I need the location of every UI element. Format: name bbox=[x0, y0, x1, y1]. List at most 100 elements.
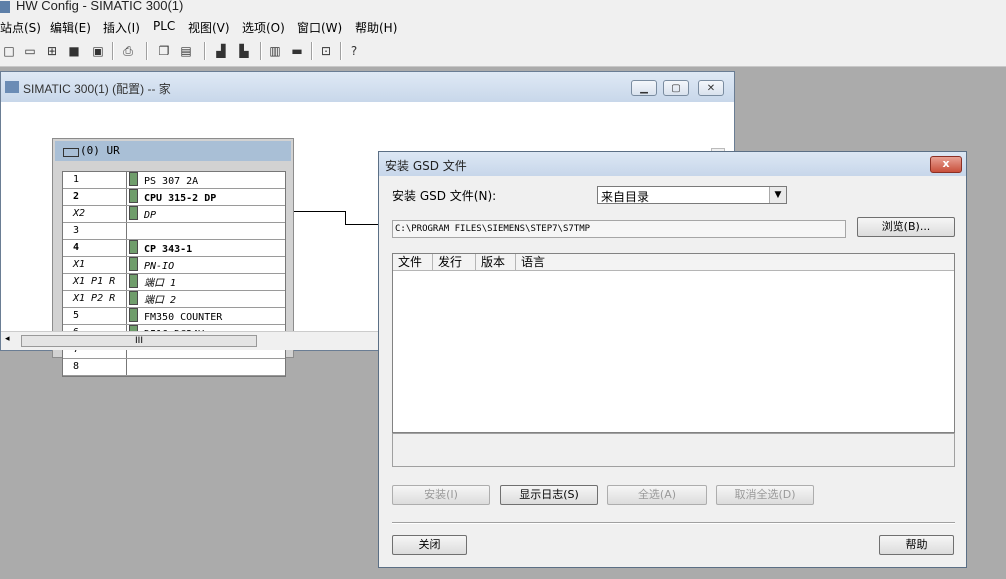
show-log-button[interactable]: 显示日志(S) bbox=[500, 485, 598, 505]
menu-view[interactable]: 视图(V) bbox=[188, 19, 230, 36]
download-icon[interactable]: ▟ bbox=[213, 43, 229, 59]
menu-help[interactable]: 帮助(H) bbox=[355, 19, 397, 36]
minimize-button[interactable]: ▁ bbox=[631, 80, 657, 96]
module-icon bbox=[129, 172, 138, 186]
rack-module: PN-IO bbox=[129, 257, 174, 273]
rack-module-name: PS 307 2A bbox=[144, 176, 199, 187]
toolbar-separator bbox=[146, 42, 148, 60]
network-icon[interactable]: ⊞ bbox=[44, 43, 60, 59]
rack-row[interactable]: 3 bbox=[63, 223, 285, 240]
browse-button[interactable]: 浏览(B)... bbox=[857, 217, 955, 237]
rack-icon bbox=[63, 148, 79, 157]
rack-slot-number: 4 bbox=[63, 240, 127, 256]
dialog-divider bbox=[392, 522, 955, 524]
rack-module-name: 端口 1 bbox=[144, 278, 177, 289]
rack-module-name: PN-IO bbox=[144, 261, 175, 272]
rack[interactable]: (0) UR 1 PS 307 2A 2 CPU 315-2 DP X2 DP 3 4 CP 3… bbox=[52, 138, 294, 377]
rack-title: (0) UR bbox=[80, 144, 120, 157]
rack-slot-number: 8 bbox=[63, 359, 127, 375]
rack-module: DP bbox=[129, 206, 156, 222]
network-view-icon[interactable]: ⊡ bbox=[318, 43, 334, 59]
menu-plc[interactable]: PLC bbox=[153, 19, 175, 33]
dialog-title-bar: 安装 GSD 文件 x bbox=[379, 152, 966, 176]
paste-icon[interactable]: ▤ bbox=[178, 43, 194, 59]
module-icon bbox=[129, 257, 138, 271]
open-icon[interactable]: ▭ bbox=[22, 43, 38, 59]
toolbar-separator bbox=[112, 42, 114, 60]
column-file[interactable]: 文件 bbox=[393, 254, 433, 270]
dp-connection-line bbox=[346, 224, 381, 225]
menu-window[interactable]: 窗口(W) bbox=[297, 19, 342, 36]
module-icon bbox=[129, 308, 138, 322]
deselect-all-button[interactable]: 取消全选(D) bbox=[716, 485, 814, 505]
install-gsd-dialog: 安装 GSD 文件 x 安装 GSD 文件(N): 来自目录 ▼ C:\PROG… bbox=[378, 151, 967, 568]
module-icon bbox=[129, 240, 138, 254]
rack-row[interactable]: 1 PS 307 2A bbox=[63, 172, 285, 189]
window-icon[interactable]: ▬ bbox=[289, 43, 305, 59]
rack-slot-number: X1 P2 R bbox=[63, 291, 127, 307]
app-icon bbox=[0, 1, 10, 13]
new-icon[interactable]: □ bbox=[1, 43, 17, 59]
rack-row[interactable]: 2 CPU 315-2 DP bbox=[63, 189, 285, 206]
chevron-down-icon[interactable]: ▼ bbox=[769, 187, 786, 203]
list-header: 文件 发行 版本 语言 bbox=[393, 254, 954, 271]
dialog-close-button[interactable]: x bbox=[930, 156, 962, 173]
compile-icon[interactable]: ▣ bbox=[90, 43, 106, 59]
menu-station[interactable]: 站点(S) bbox=[0, 19, 41, 36]
rack-header: (0) UR bbox=[55, 141, 291, 161]
select-all-button[interactable]: 全选(A) bbox=[607, 485, 707, 505]
install-button[interactable]: 安装(I) bbox=[392, 485, 490, 505]
scroll-thumb[interactable]: III bbox=[21, 335, 257, 347]
upload-icon[interactable]: ▙ bbox=[236, 43, 252, 59]
station-window-title-bar: SIMATIC 300(1) (配置) -- 家 ▁ ▢ ✕ bbox=[1, 72, 734, 102]
toolbar-separator bbox=[204, 42, 206, 60]
rack-row[interactable]: 4 CP 343-1 bbox=[63, 240, 285, 257]
rack-row[interactable]: 8 bbox=[63, 359, 285, 376]
copy-icon[interactable]: ❐ bbox=[156, 43, 172, 59]
menu-edit[interactable]: 编辑(E) bbox=[50, 19, 91, 36]
app-title-bar: HW Config - SIMATIC 300(1) bbox=[0, 0, 1006, 16]
rack-row[interactable]: X2 DP bbox=[63, 206, 285, 223]
rack-module: 端口 2 bbox=[129, 291, 176, 307]
help-button[interactable]: 帮助 bbox=[879, 535, 954, 555]
station-icon bbox=[5, 81, 19, 93]
rack-row[interactable]: X1 P1 R 端口 1 bbox=[63, 274, 285, 291]
rack-module-name: DP bbox=[144, 210, 157, 221]
rack-row[interactable]: 5 FM350 COUNTER bbox=[63, 308, 285, 325]
toolbar-separator bbox=[340, 42, 342, 60]
rack-module-name: FM350 COUNTER bbox=[144, 312, 223, 323]
rack-module: FM350 COUNTER bbox=[129, 308, 222, 324]
scroll-left-icon[interactable]: ◂ bbox=[5, 334, 10, 344]
rack-slot-number: 5 bbox=[63, 308, 127, 324]
dialog-title: 安装 GSD 文件 bbox=[385, 159, 467, 173]
menu-options[interactable]: 选项(O) bbox=[242, 19, 285, 36]
rack-slot-number: X1 bbox=[63, 257, 127, 273]
menu-insert[interactable]: 插入(I) bbox=[103, 19, 140, 36]
column-version[interactable]: 版本 bbox=[476, 254, 516, 270]
rack-row[interactable]: X1 P2 R 端口 2 bbox=[63, 291, 285, 308]
close-child-button[interactable]: ✕ bbox=[698, 80, 724, 96]
restore-button[interactable]: ▢ bbox=[663, 80, 689, 96]
rack-slot-number: 3 bbox=[63, 223, 127, 239]
rack-slot-number: 1 bbox=[63, 172, 127, 188]
print-icon[interactable]: ⎙ bbox=[120, 43, 136, 59]
module-icon bbox=[129, 291, 138, 305]
column-release[interactable]: 发行 bbox=[433, 254, 476, 270]
module-icon bbox=[129, 206, 138, 220]
directory-path-field[interactable]: C:\PROGRAM FILES\SIEMENS\STEP7\S7TMP bbox=[392, 220, 846, 238]
help-icon[interactable]: ? bbox=[346, 43, 362, 59]
rack-row[interactable]: X1 PN-IO bbox=[63, 257, 285, 274]
column-language[interactable]: 语言 bbox=[516, 254, 954, 270]
catalog-icon[interactable]: ▥ bbox=[267, 43, 283, 59]
dp-connection-line bbox=[294, 211, 346, 225]
toolbar-separator bbox=[311, 42, 313, 60]
save-icon[interactable]: ■ bbox=[66, 43, 82, 59]
source-select[interactable]: 来自目录 ▼ bbox=[597, 186, 787, 204]
module-icon bbox=[129, 274, 138, 288]
rack-slot-number: X2 bbox=[63, 206, 127, 222]
toolbar: □ ▭ ⊞ ■ ▣ ⎙ ❐ ▤ ▟ ▙ ▥ ▬ ⊡ ? bbox=[0, 38, 1006, 67]
toolbar-separator bbox=[260, 42, 262, 60]
gsd-file-list[interactable]: 文件 发行 版本 语言 bbox=[392, 253, 955, 433]
close-button[interactable]: 关闭 bbox=[392, 535, 467, 555]
rack-module: 端口 1 bbox=[129, 274, 176, 290]
